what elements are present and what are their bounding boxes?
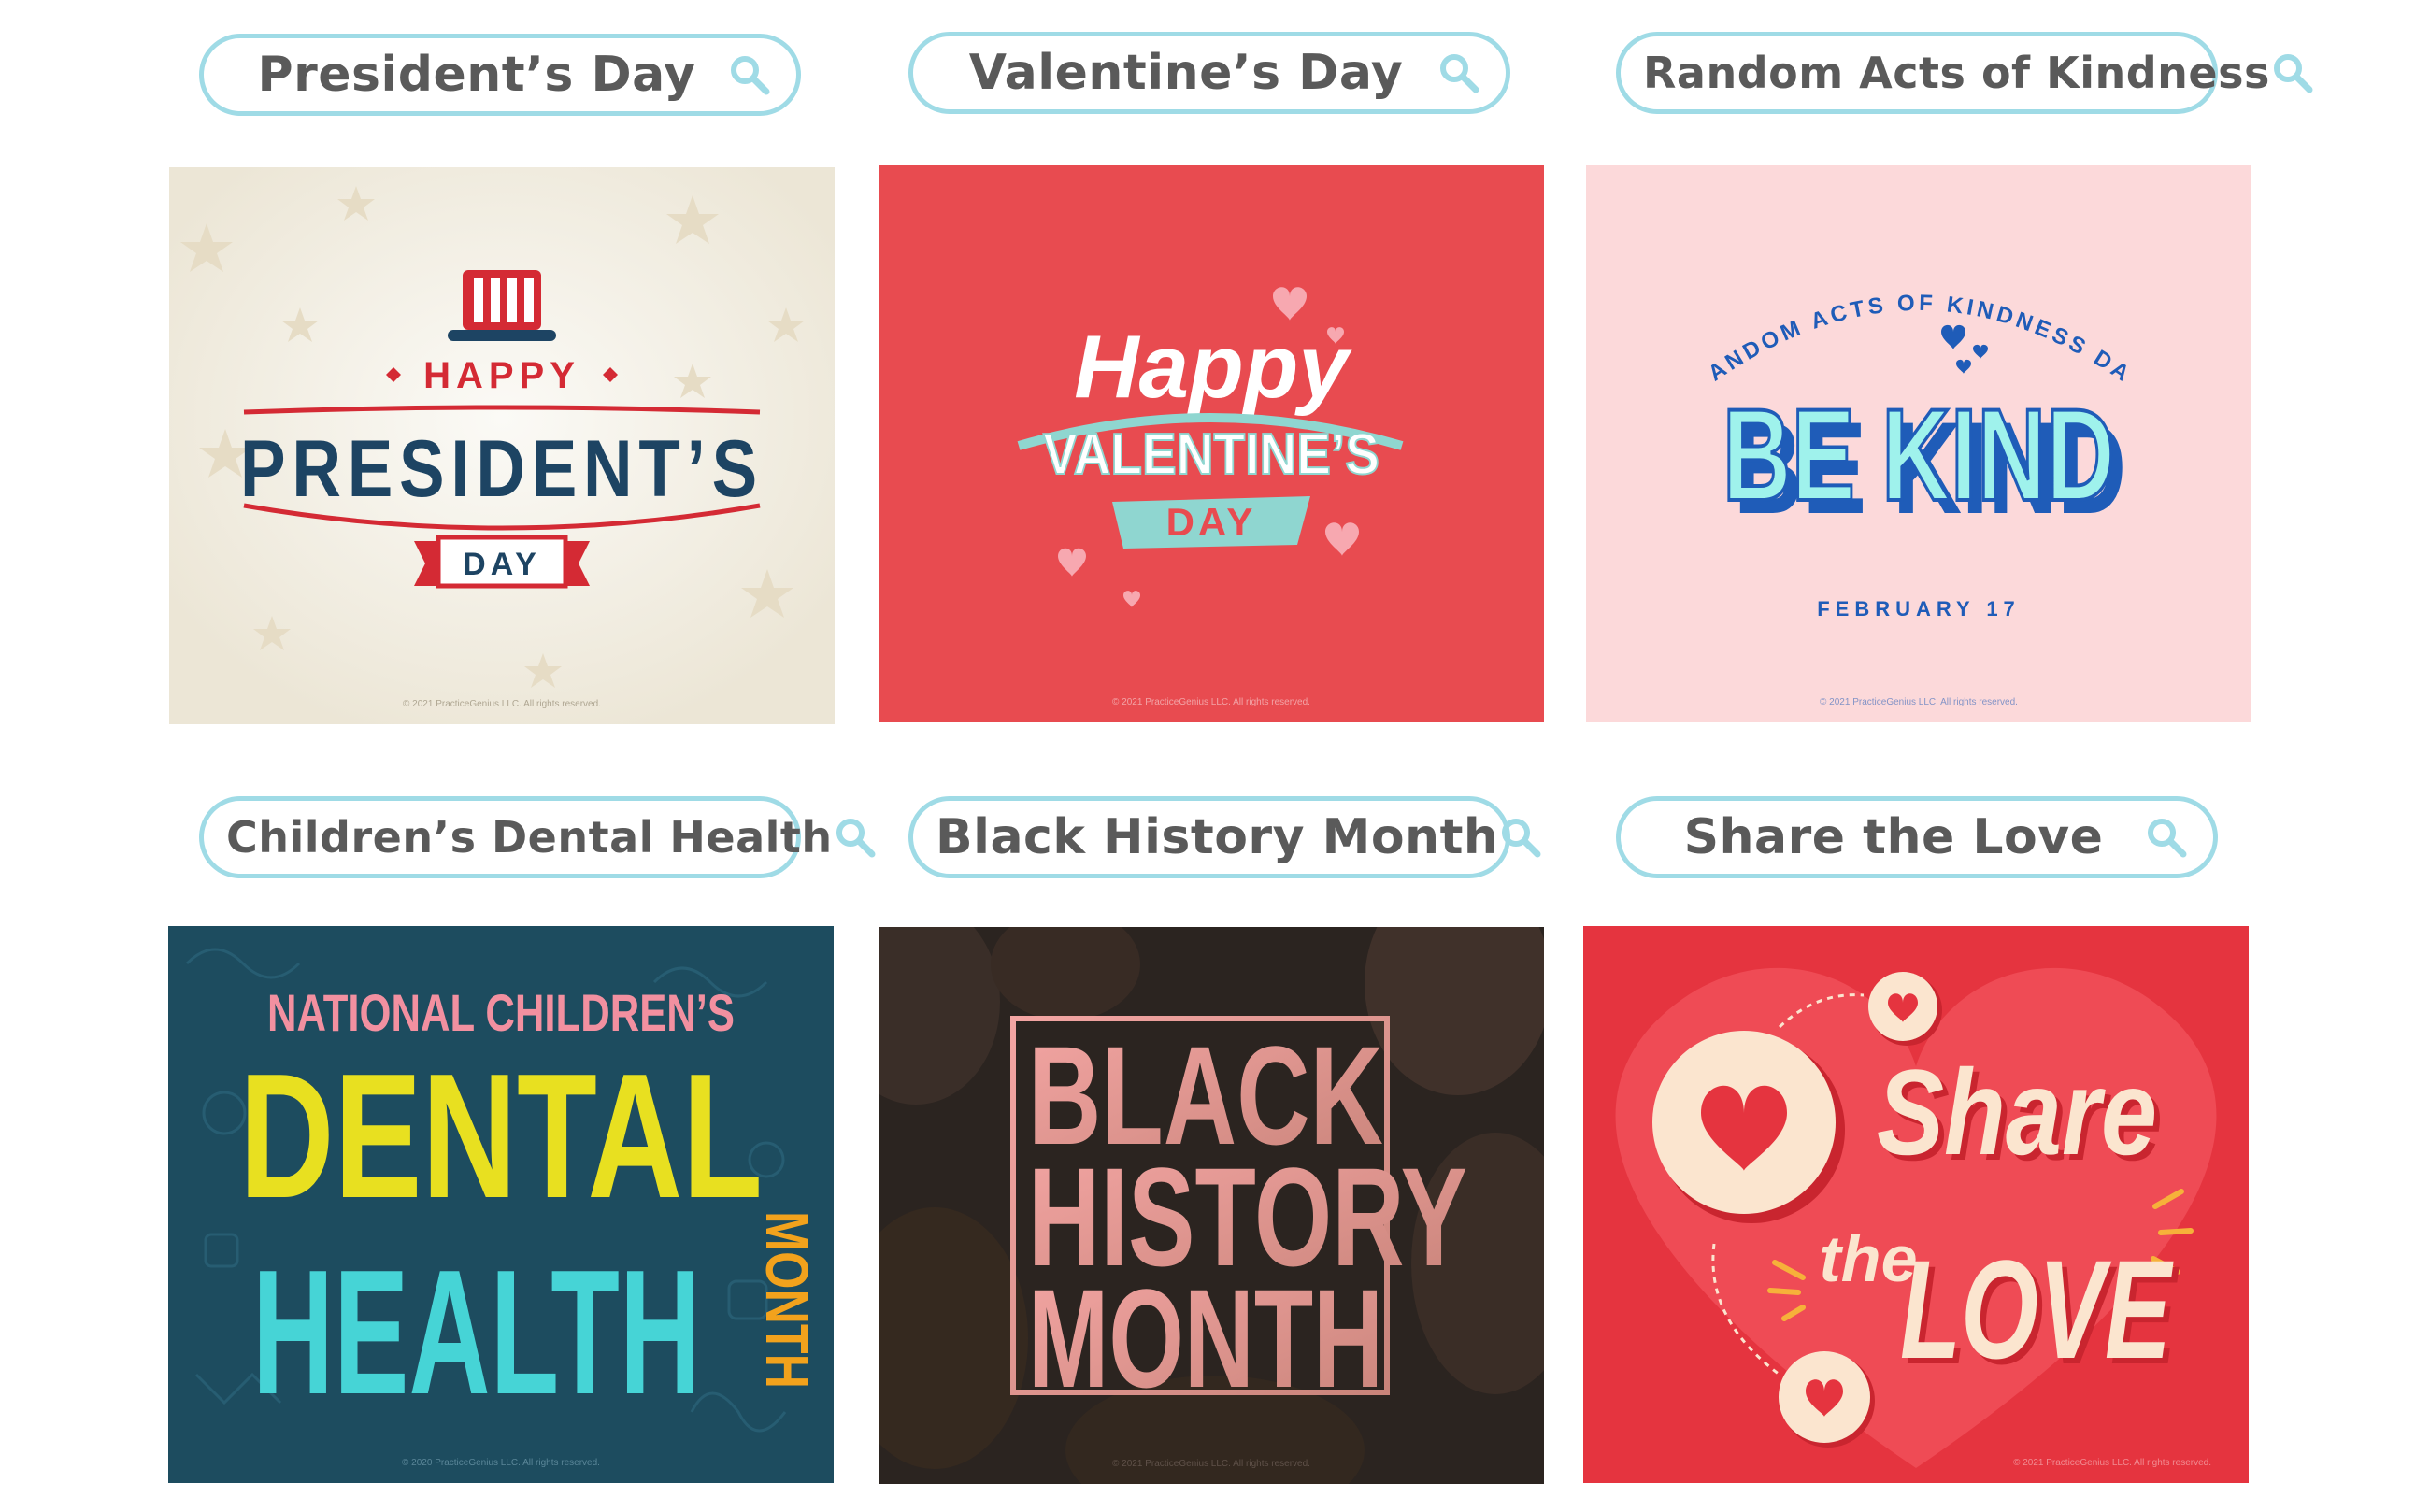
search-pill-childrens-dental-health[interactable]: Children’s Dental Health (199, 796, 876, 878)
search-pill-share-the-love[interactable]: Share the Love (1616, 796, 2218, 878)
valentines-line3: DAY (1166, 500, 1257, 544)
search-pill-random-acts-of-kindness[interactable]: Random Acts of Kindness (1616, 32, 2313, 114)
card-black-history-month[interactable]: BLACK HISTORY MONTH © 2021 PracticeGeniu… (879, 927, 1544, 1484)
search-pill-presidents-day[interactable]: President’s Day (199, 34, 801, 116)
search-icon (2148, 819, 2187, 858)
kindness-art: RANDOM ACTS OF KINDNESS DAY BE KIND BE K… (1586, 165, 2135, 620)
dental-line4: MONTH (753, 1211, 821, 1389)
search-icon (2273, 54, 2313, 93)
black-history-art: BLACK HISTORY MONTH (879, 927, 1544, 1484)
dental-line2: DENTAL (239, 1037, 763, 1235)
kindness-arc-text: RANDOM ACTS OF KINDNESS DAY (1586, 165, 2135, 387)
copyright-text: © 2021 PracticeGenius LLC. All rights re… (403, 699, 601, 709)
presidents-line3: DAY (463, 547, 541, 582)
dental-health-art: NATIONAL CHILDREN’S DENTAL HEALTH MONTH (185, 948, 821, 1433)
search-pill-black-history-month[interactable]: Black History Month (908, 796, 1541, 878)
card-presidents-day[interactable]: HAPPY PRESIDENT’S DAY © 2021 PracticeGen… (169, 167, 835, 724)
valentines-day-art: Happy VALENTINE’S DAY (1017, 287, 1404, 607)
search-icon (836, 819, 876, 858)
search-icon (1440, 54, 1479, 93)
search-pill-label: President’s Day (257, 47, 696, 103)
card-share-the-love[interactable]: Share Share the LOVE LOVE © 2021 Practic… (1583, 926, 2249, 1483)
heart-decorations (1941, 324, 1988, 374)
dental-line1: NATIONAL CHILDREN’S (267, 983, 735, 1042)
search-icon (731, 56, 770, 95)
search-pill-label: Random Acts of Kindness (1643, 48, 2270, 98)
copyright-text: © 2020 PracticeGenius LLC. All rights re… (402, 1458, 600, 1468)
presidents-line2: PRESIDENT’S (240, 424, 764, 514)
valentines-line2: VALENTINE’S (1043, 422, 1379, 487)
bhm-line3: MONTH (1028, 1260, 1383, 1417)
search-pill-label: Children’s Dental Health (226, 812, 833, 863)
search-icon (1502, 819, 1541, 858)
share-line3: LOVE (1900, 1231, 2174, 1388)
uncle-sam-hat-icon (448, 270, 556, 341)
dental-line3: HEALTH (252, 1234, 701, 1432)
presidents-day-art: HAPPY PRESIDENT’S DAY (169, 167, 835, 724)
card-random-acts-of-kindness[interactable]: RANDOM ACTS OF KINDNESS DAY BE KIND BE K… (1586, 165, 2251, 722)
copyright-text: © 2021 PracticeGenius LLC. All rights re… (1112, 697, 1310, 707)
valentines-line1: Happy (1074, 317, 1352, 417)
search-pill-valentines-day[interactable]: Valentine’s Day (908, 32, 1510, 114)
share-line1: Share (1877, 1044, 2157, 1180)
card-valentines-day[interactable]: Happy VALENTINE’S DAY © 2021 PracticeGen… (879, 165, 1544, 722)
copyright-text: © 2021 PracticeGenius LLC. All rights re… (1112, 1459, 1310, 1469)
presidents-line1: HAPPY (423, 355, 580, 396)
search-pill-label: Valentine’s Day (968, 45, 1404, 101)
kindness-date: FEBRUARY 17 (1817, 597, 2021, 620)
share-the-love-art: Share Share the LOVE LOVE (1615, 967, 2217, 1468)
search-pill-label: Black History Month (936, 809, 1499, 865)
card-childrens-dental-health[interactable]: NATIONAL CHILDREN’S DENTAL HEALTH MONTH … (168, 926, 834, 1483)
search-pill-label: Share the Love (1683, 809, 2104, 865)
copyright-text: © 2021 PracticeGenius LLC. All rights re… (1820, 697, 2018, 707)
kindness-main: BE KIND (1722, 381, 2115, 528)
copyright-text: © 2021 PracticeGenius LLC. All rights re… (2013, 1458, 2211, 1468)
